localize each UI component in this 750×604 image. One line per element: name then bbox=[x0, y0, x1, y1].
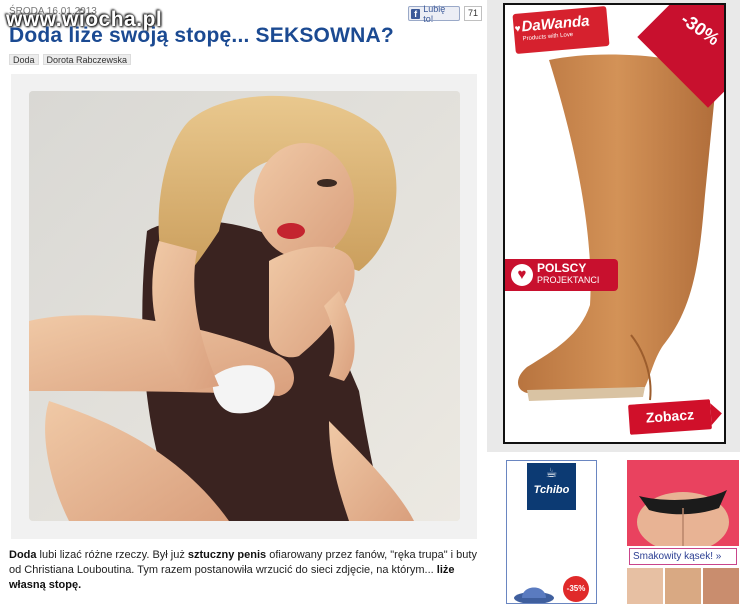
sweets-link[interactable]: Smakowity kąsek! » bbox=[629, 548, 737, 565]
tchibo-logo: ☕ Tchibo bbox=[527, 463, 576, 510]
tag-doda[interactable]: Doda bbox=[9, 54, 39, 65]
badge-line-2: PROJEKTANCI bbox=[537, 275, 600, 285]
thumb-1[interactable] bbox=[627, 568, 663, 604]
thumb-3[interactable] bbox=[703, 568, 739, 604]
article: ŚRODA 16.01.2013 www.wiocha.pl f Lubię t… bbox=[0, 0, 482, 604]
dawanda-ad-frame[interactable]: ♥ DaWanda Products with Love -30% ♥ POLS… bbox=[503, 3, 726, 444]
zobacz-button[interactable]: Zobacz bbox=[628, 399, 712, 435]
sweets-ad[interactable]: Smakowity kąsek! » bbox=[627, 460, 739, 604]
sweets-photo[interactable] bbox=[627, 460, 739, 546]
sidebar-ads: ♥ DaWanda Products with Love -30% ♥ POLS… bbox=[487, 0, 750, 604]
facebook-icon: f bbox=[411, 8, 421, 19]
heart-badge-icon: ♥ bbox=[511, 264, 533, 286]
tchibo-ad[interactable]: ☕ Tchibo -35% bbox=[506, 460, 597, 604]
facebook-like-widget: f Lubię to! 71 bbox=[408, 3, 482, 24]
body-strong-phrase: sztuczny penis bbox=[187, 549, 267, 561]
body-text-1: lubi lizać różne rzeczy. Był już bbox=[36, 549, 188, 561]
like-label: Lubię to! bbox=[423, 3, 446, 24]
dawanda-ad[interactable]: ♥ DaWanda Products with Love -30% ♥ POLS… bbox=[487, 0, 740, 452]
tag-list: Doda Dorota Rabczewska bbox=[9, 54, 132, 65]
coffee-cup-icon: ☕ bbox=[545, 465, 558, 480]
article-title[interactable]: Doda liże swoją stopę... SEKSOWNA? bbox=[9, 24, 394, 48]
heart-icon: ♥ bbox=[514, 23, 522, 36]
article-photo bbox=[29, 91, 460, 521]
facebook-like-button[interactable]: f Lubię to! bbox=[408, 3, 460, 24]
sweets-thumbnails bbox=[627, 568, 739, 604]
hat-icon bbox=[514, 587, 554, 603]
badge-line-1: POLSCY bbox=[537, 261, 587, 275]
tchibo-discount-badge: -35% bbox=[563, 576, 589, 602]
polscy-projektanci-badge: ♥ POLSCY PROJEKTANCI bbox=[505, 259, 618, 291]
thumb-2[interactable] bbox=[665, 568, 701, 604]
body-strong-doda: Doda bbox=[9, 549, 37, 561]
tchibo-brand: Tchibo bbox=[533, 484, 570, 496]
tag-dorota-rabczewska[interactable]: Dorota Rabczewska bbox=[42, 54, 132, 65]
dawanda-logo: ♥ DaWanda Products with Love bbox=[512, 5, 610, 55]
like-count: 71 bbox=[463, 6, 482, 21]
photo-illustration bbox=[29, 91, 460, 521]
sweets-illustration bbox=[627, 460, 739, 546]
article-body: Doda lubi lizać różne rzeczy. Był już sz… bbox=[9, 548, 479, 593]
